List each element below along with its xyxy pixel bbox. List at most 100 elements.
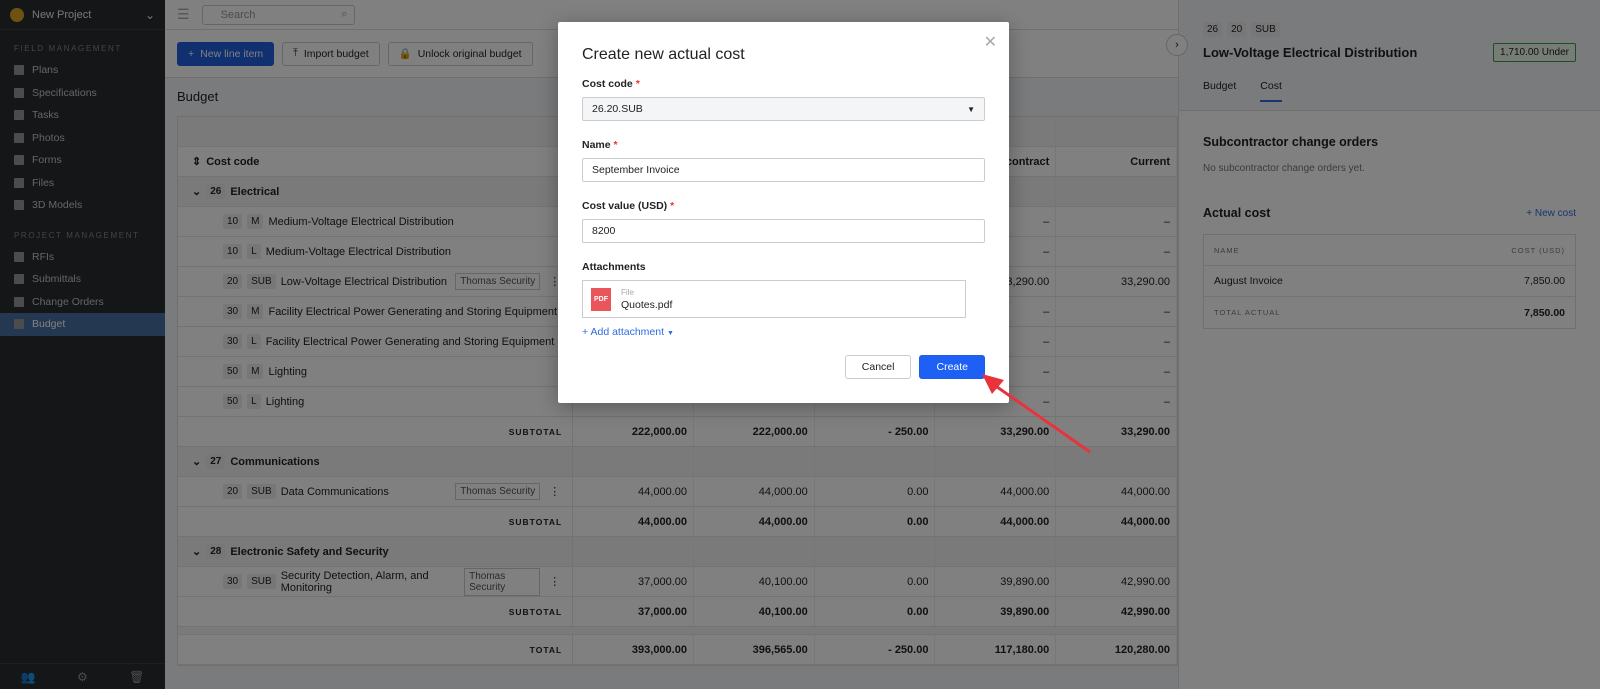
item-name: Facility Electrical Power Generating and… bbox=[268, 305, 558, 318]
sidebar-item-photos[interactable]: Photos bbox=[0, 127, 165, 150]
group-row: ⌄ 28 Electronic Safety and Security bbox=[178, 537, 1178, 567]
item-type: SUB bbox=[247, 274, 276, 289]
group-code: 27 bbox=[206, 454, 226, 469]
submittals-icon bbox=[14, 274, 24, 285]
specifications-icon bbox=[14, 87, 24, 98]
project-switcher[interactable]: New Project ⌄ bbox=[0, 0, 165, 30]
subtotal-label: SUBTOTAL bbox=[178, 597, 574, 626]
sidebar-item-submittals[interactable]: Submittals bbox=[0, 268, 165, 291]
item-name: Lighting bbox=[265, 395, 305, 408]
table-row[interactable]: 30 SUB Security Detection, Alarm, and Moni… bbox=[178, 567, 1177, 597]
line-item: 10 M Medium-Voltage Electrical Distributio… bbox=[178, 207, 574, 236]
item-code: 10 bbox=[223, 244, 243, 259]
value-cell: 222,000.00 bbox=[573, 417, 694, 446]
value-cell bbox=[936, 537, 1057, 566]
item-name: Medium-Voltage Electrical Distribution bbox=[268, 215, 454, 228]
group-label[interactable]: ⌄ 26 Electrical bbox=[178, 177, 574, 206]
value-cell: 396,565.00 bbox=[694, 635, 815, 664]
tasks-icon bbox=[14, 110, 24, 121]
value-cell: 222,000.00 bbox=[694, 417, 815, 446]
sort-icon[interactable]: ⇕ bbox=[192, 155, 201, 168]
new-line-item-button[interactable]: + New line item bbox=[177, 41, 275, 66]
cost-value-input[interactable]: 8200 bbox=[582, 219, 985, 243]
chevron-down-icon[interactable]: ⌄ bbox=[192, 545, 201, 558]
menu-icon[interactable]: ☰ bbox=[177, 6, 190, 23]
value-cell: 0.00 bbox=[815, 477, 936, 506]
required-mark: * bbox=[635, 78, 640, 90]
unlock-budget-button[interactable]: 🔒 Unlock original budget bbox=[387, 41, 533, 66]
value-cell: 40,100.00 bbox=[694, 567, 815, 596]
total-label: TOTAL bbox=[178, 635, 574, 664]
cost-code-select[interactable]: 26.20.SUB ▼ bbox=[582, 97, 985, 121]
import-budget-button[interactable]: ⤒ Import budget bbox=[282, 41, 380, 66]
sco-heading: Subcontractor change orders bbox=[1203, 135, 1379, 149]
add-attachment-button[interactable]: + Add attachment ▼ bbox=[582, 326, 985, 338]
3d-models-icon bbox=[14, 200, 24, 211]
value-cell bbox=[1056, 447, 1178, 476]
value-cell: 42,990.00 bbox=[1056, 597, 1177, 626]
line-item: 20 SUB Low-Voltage Electrical Distribution… bbox=[178, 267, 574, 296]
vendor-tag: Thomas Security bbox=[455, 483, 541, 500]
create-button[interactable]: Create bbox=[919, 355, 985, 379]
value-cell: 44,000.00 bbox=[1056, 477, 1177, 506]
users-icon[interactable]: 👥 bbox=[21, 670, 36, 684]
column-header-cost-code[interactable]: ⇕ Cost code bbox=[178, 147, 574, 176]
sidebar-item-label: Photos bbox=[32, 131, 65, 144]
item-code: 30 bbox=[223, 574, 243, 589]
sidebar-item-change-orders[interactable]: Change Orders bbox=[0, 291, 165, 314]
table-row[interactable]: 20 SUB Data Communications Thomas Security ⋮… bbox=[178, 477, 1177, 507]
value-cell: - 250.00 bbox=[815, 635, 936, 664]
more-icon[interactable]: ⋮ bbox=[549, 485, 560, 498]
upload-icon: ⤒ bbox=[293, 47, 298, 59]
group-label[interactable]: ⌄ 27 Communications bbox=[178, 447, 574, 476]
item-type: L bbox=[247, 394, 261, 409]
cost-value: 7,850.00 bbox=[1524, 275, 1565, 287]
cost-name: August Invoice bbox=[1214, 275, 1283, 287]
gear-icon[interactable]: ⚙ bbox=[77, 670, 88, 684]
new-cost-link[interactable]: + New cost bbox=[1526, 208, 1576, 219]
sidebar-item-rfis[interactable]: RFIs bbox=[0, 246, 165, 269]
value-cell bbox=[573, 447, 694, 476]
panel-title: Low-Voltage Electrical Distribution bbox=[1203, 45, 1418, 60]
chevron-right-icon[interactable]: › bbox=[1166, 34, 1188, 56]
photos-icon bbox=[14, 132, 24, 143]
value-cell: Current bbox=[1056, 147, 1178, 176]
cancel-button[interactable]: Cancel bbox=[844, 355, 912, 379]
chevron-down-icon[interactable]: ⌄ bbox=[192, 455, 201, 468]
file-name: Quotes.pdf bbox=[621, 298, 673, 311]
sidebar-item-specifications[interactable]: Specifications bbox=[0, 82, 165, 105]
trash-icon[interactable]: 🗑 bbox=[129, 670, 144, 684]
chevron-down-icon[interactable]: ⌄ bbox=[192, 185, 201, 198]
item-code: 30 bbox=[223, 304, 243, 319]
sidebar-item-budget[interactable]: Budget bbox=[0, 313, 165, 336]
value-cell: 0.00 bbox=[815, 597, 936, 626]
sidebar-item-label: 3D Models bbox=[32, 199, 83, 212]
group-row: ⌄ 27 Communications bbox=[178, 447, 1178, 477]
line-item: 30 L Facility Electrical Power Generating … bbox=[178, 327, 574, 356]
value-cell: 44,000.00 bbox=[935, 507, 1057, 536]
tab-cost[interactable]: Cost bbox=[1260, 80, 1282, 102]
actual-cost-heading: Actual cost bbox=[1203, 206, 1271, 220]
value-cell: – bbox=[1056, 297, 1177, 326]
group-label[interactable]: ⌄ 28 Electronic Safety and Security bbox=[178, 537, 574, 566]
line-item: 50 L Lighting bbox=[178, 387, 574, 416]
chevron-down-icon: ⌄ bbox=[144, 7, 155, 22]
search-input[interactable]: Search ⌕ bbox=[201, 4, 355, 25]
sidebar-item-files[interactable]: Files bbox=[0, 172, 165, 195]
name-input[interactable]: September Invoice bbox=[582, 158, 985, 182]
subtotal-label: SUBTOTAL bbox=[178, 507, 574, 536]
files-icon bbox=[14, 177, 24, 188]
sidebar-item-tasks[interactable]: Tasks bbox=[0, 104, 165, 127]
file-label: File bbox=[621, 287, 634, 297]
sidebar-item-plans[interactable]: Plans bbox=[0, 59, 165, 82]
more-icon[interactable]: ⋮ bbox=[549, 575, 560, 588]
sidebar-item-3d-models[interactable]: 3D Models bbox=[0, 194, 165, 217]
value-cell: – bbox=[1056, 387, 1177, 416]
table-row[interactable]: August Invoice 7,850.00 bbox=[1204, 266, 1575, 297]
value-cell bbox=[694, 447, 815, 476]
close-icon[interactable]: ✕ bbox=[984, 32, 997, 52]
item-code: 50 bbox=[223, 394, 243, 409]
attachment-item[interactable]: PDF File Quotes.pdf bbox=[582, 280, 966, 318]
sidebar-item-forms[interactable]: Forms bbox=[0, 149, 165, 172]
tab-budget[interactable]: Budget bbox=[1203, 80, 1236, 102]
